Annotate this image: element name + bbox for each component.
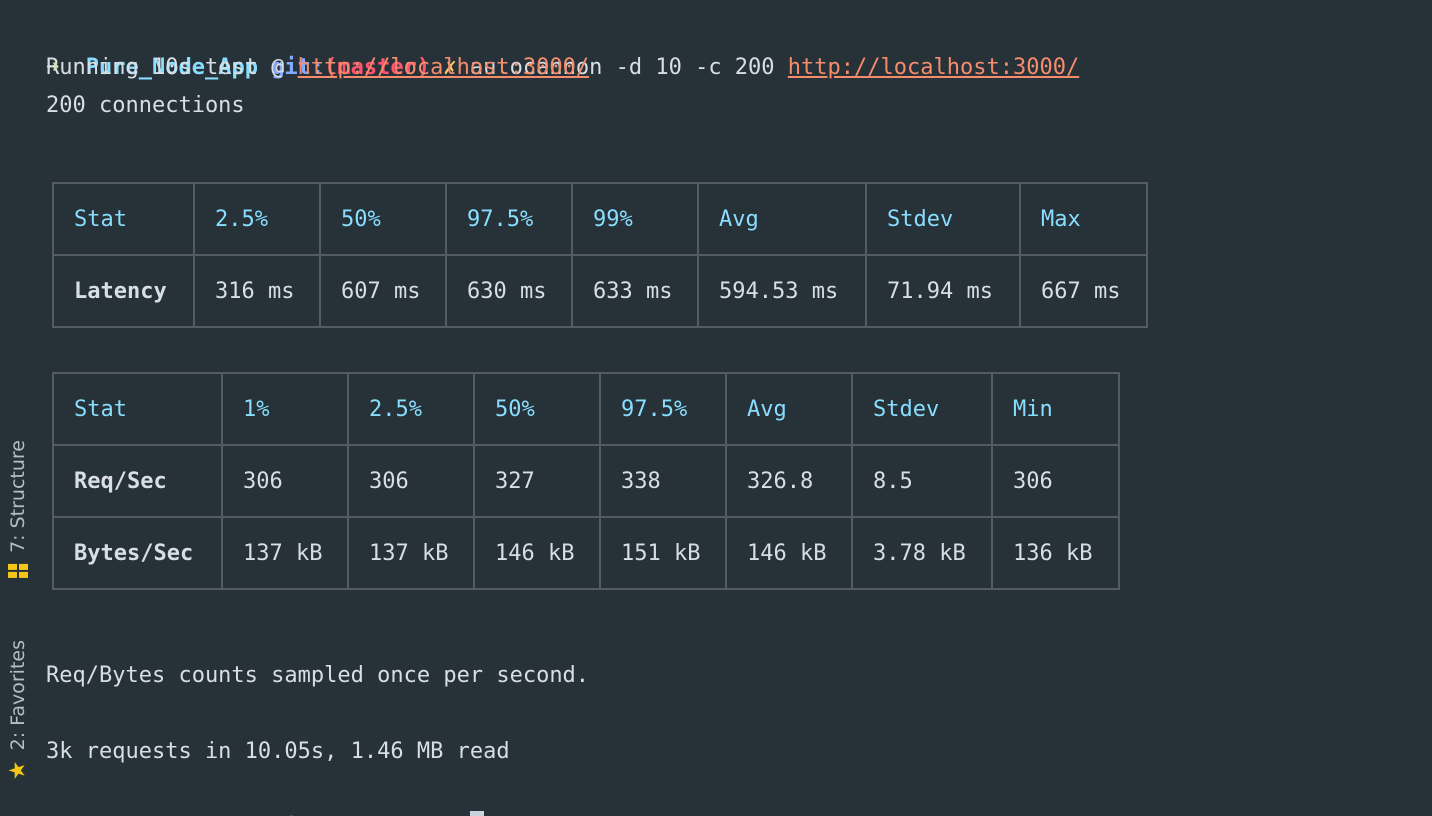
command-line: ➜ Pure_Node_App git:(master) ✗ autocanno… (46, 55, 1080, 80)
bytes-sec-cell: 137 kB (347, 516, 475, 590)
summary-line: 3k requests in 10.05s, 1.46 MB read (46, 739, 510, 764)
running-url-link[interactable]: http://localhost:3000/ (298, 55, 589, 80)
latency-cell: 316 ms (193, 254, 321, 328)
throughput-header-cell: Stdev (851, 372, 993, 446)
bytes-sec-cell: 3.78 kB (851, 516, 993, 590)
star-icon: ★ (5, 758, 31, 784)
throughput-header-cell: 97.5% (599, 372, 727, 446)
structure-icon (8, 560, 28, 580)
latency-cell: 667 ms (1019, 254, 1148, 328)
req-sec-cell: 306 (347, 444, 475, 518)
running-prefix: Running 10s test @ (46, 55, 285, 80)
req-sec-cell: 326.8 (725, 444, 853, 518)
latency-row-label: Latency (52, 254, 195, 328)
latency-cell: 607 ms (319, 254, 447, 328)
latency-header-row: Stat 2.5% 50% 97.5% 99% Avg Stdev Max (52, 182, 1148, 256)
latency-row: Latency 316 ms 607 ms 630 ms 633 ms 594.… (52, 254, 1148, 328)
req-sec-cell: 327 (473, 444, 601, 518)
latency-cell: 594.53 ms (697, 254, 867, 328)
throughput-header-cell: 2.5% (347, 372, 475, 446)
connections-line: 200 connections (46, 93, 245, 118)
throughput-table: Stat 1% 2.5% 50% 97.5% Avg Stdev Min Req… (52, 372, 1120, 590)
bytes-sec-row: Bytes/Sec 137 kB 137 kB 146 kB 151 kB 14… (52, 516, 1120, 590)
terminal-cursor[interactable] (469, 811, 484, 816)
latency-table: Stat 2.5% 50% 97.5% 99% Avg Stdev Max La… (52, 182, 1148, 328)
throughput-header-row: Stat 1% 2.5% 50% 97.5% Avg Stdev Min (52, 372, 1120, 446)
req-sec-cell: 306 (991, 444, 1120, 518)
throughput-header-cell: Avg (725, 372, 853, 446)
bytes-sec-cell: 151 kB (599, 516, 727, 590)
latency-header-cell: Max (1019, 182, 1148, 256)
latency-header-cell: 97.5% (445, 182, 573, 256)
req-sec-cell: 306 (221, 444, 349, 518)
latency-cell: 630 ms (445, 254, 573, 328)
command-url-link[interactable]: http://localhost:3000/ (788, 55, 1079, 80)
running-line: Running 10s test @ http://localhost:3000… (46, 49, 589, 87)
tool-window-sidebar: 7: Structure ★ 2: Favorites (0, 0, 36, 816)
latency-header-cell: 50% (319, 182, 447, 256)
structure-tab-label: 7: Structure (7, 439, 29, 553)
bytes-sec-cell: 137 kB (221, 516, 349, 590)
throughput-header-cell: Stat (52, 372, 223, 446)
latency-header-cell: Avg (697, 182, 867, 256)
structure-tab[interactable]: 7: Structure (2, 428, 34, 592)
req-sec-cell: 8.5 (851, 444, 993, 518)
latency-header-cell: 2.5% (193, 182, 321, 256)
latency-header-cell: 99% (571, 182, 699, 256)
bytes-sec-row-label: Bytes/Sec (52, 516, 223, 590)
bytes-sec-cell: 136 kB (991, 516, 1120, 590)
bytes-sec-cell: 146 kB (473, 516, 601, 590)
req-sec-row-label: Req/Sec (52, 444, 223, 518)
latency-header-cell: Stat (52, 182, 195, 256)
bytes-sec-cell: 146 kB (725, 516, 853, 590)
req-sec-cell: 338 (599, 444, 727, 518)
throughput-header-cell: 50% (473, 372, 601, 446)
req-sec-row: Req/Sec 306 306 327 338 326.8 8.5 306 (52, 444, 1120, 518)
throughput-header-cell: Min (991, 372, 1120, 446)
favorites-tab[interactable]: ★ 2: Favorites (2, 630, 34, 794)
latency-cell: 71.94 ms (865, 254, 1021, 328)
latency-header-cell: Stdev (865, 182, 1021, 256)
favorites-tab-label: 2: Favorites (7, 640, 29, 751)
current-prompt-line: ➜ Pure_Node_App git:(master) ✗ (46, 771, 484, 816)
latency-cell: 633 ms (571, 254, 699, 328)
sampled-note: Req/Bytes counts sampled once per second… (46, 663, 590, 688)
throughput-header-cell: 1% (221, 372, 349, 446)
